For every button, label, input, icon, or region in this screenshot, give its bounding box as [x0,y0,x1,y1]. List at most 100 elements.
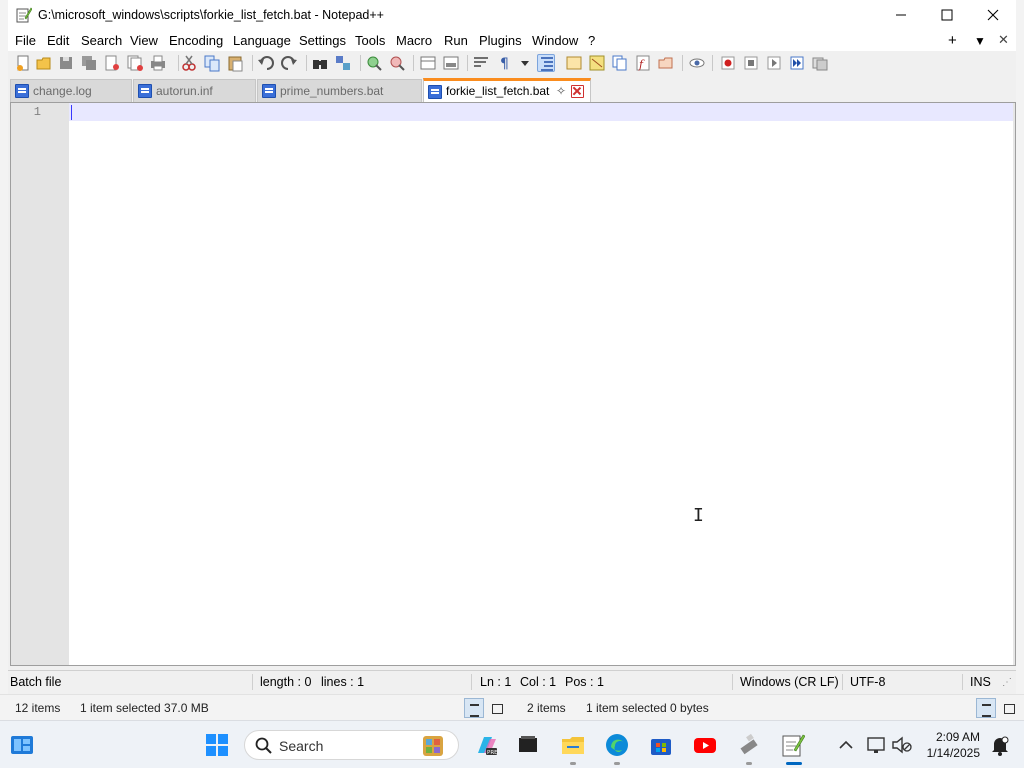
tab-label: forkie_list_fetch.bat [446,84,550,98]
close-file-icon[interactable] [103,54,121,72]
explorer-left-items: 12 items [15,701,61,715]
explorer-left-selected: 1 item selected 37.0 MB [80,701,209,715]
function-list-icon[interactable]: f [634,54,652,72]
maximize-button[interactable] [924,0,970,30]
sync-vertical-icon[interactable] [419,54,437,72]
menu-plugins[interactable]: Plugins [479,33,522,48]
status-lines: lines : 1 [321,675,365,689]
pin-icon[interactable]: ✧ [556,84,566,98]
save-icon[interactable] [57,54,75,72]
menu-tools[interactable]: Tools [355,33,385,48]
menu-search[interactable]: Search [81,33,122,48]
save-all-icon[interactable] [80,54,98,72]
status-col: Col : 1 [520,675,557,689]
save-macro-icon[interactable] [811,54,829,72]
youtube-icon[interactable] [693,733,717,757]
large-icons-view-icon[interactable] [998,698,1018,718]
minimize-button[interactable] [878,0,924,30]
cut-icon[interactable] [180,54,198,72]
status-bar: Batch file length : 0 lines : 1 Ln : 1 C… [8,670,1016,692]
user-defined-language-icon[interactable] [565,54,583,72]
chevron-up-icon[interactable] [834,733,858,757]
resize-grip-icon[interactable]: ⋰ [1002,677,1012,688]
zoom-out-icon[interactable] [388,54,406,72]
new-tab-plus-icon[interactable]: + [948,32,957,49]
indent-guide-icon[interactable] [537,54,555,72]
volume-muted-icon[interactable] [890,733,914,757]
details-view-icon[interactable] [976,698,996,718]
current-line-highlight [69,103,1015,121]
redo-icon[interactable] [280,54,298,72]
tab-prime-numbers-bat[interactable]: prime_numbers.bat [257,79,422,102]
dropdown-arrow-icon[interactable] [516,54,534,72]
paste-icon[interactable] [226,54,244,72]
close-button[interactable] [970,0,1016,30]
status-divider [471,674,472,690]
document-list-icon[interactable] [611,54,629,72]
folder-as-workspace-icon[interactable] [657,54,675,72]
menu-view[interactable]: View [130,33,158,48]
editor-right-edge [1013,103,1015,665]
widgets-icon[interactable] [10,733,34,757]
close-document-icon[interactable]: ✕ [998,32,1009,48]
title-bar[interactable]: G:\microsoft_windows\scripts\forkie_list… [8,0,1016,30]
start-windows-icon[interactable] [205,733,229,757]
print-icon[interactable] [149,54,167,72]
menu-language[interactable]: Language [233,33,291,48]
document-icon [428,85,442,99]
system-clock[interactable]: 2:09 AM 1/14/2025 [918,729,980,761]
menu-macro[interactable]: Macro [396,33,432,48]
replace-icon[interactable] [334,54,352,72]
details-view-icon[interactable] [464,698,484,718]
menu-window[interactable]: Window [532,33,578,48]
sync-horizontal-icon[interactable] [442,54,460,72]
text-editor[interactable]: 1 [10,102,1016,666]
menu-file[interactable]: File [15,33,36,48]
menu-encoding[interactable]: Encoding [169,33,223,48]
menu-run[interactable]: Run [444,33,468,48]
tab-forkie-list-fetch-bat[interactable]: forkie_list_fetch.bat ✧ [423,78,591,103]
notification-bell-icon[interactable] [988,733,1012,757]
menu-help[interactable]: ? [588,33,595,48]
play-macro-icon[interactable] [765,54,783,72]
search-icon [255,737,272,754]
large-icons-view-icon[interactable] [486,698,506,718]
zoom-in-icon[interactable] [365,54,383,72]
status-divider [842,674,843,690]
tab-autorun-inf[interactable]: autorun.inf [133,79,256,102]
menu-edit[interactable]: Edit [47,33,69,48]
network-icon[interactable] [865,733,889,757]
line-number: 1 [33,105,41,119]
edge-browser-icon[interactable] [605,733,629,757]
usb-tool-icon[interactable] [737,733,761,757]
tab-change-log[interactable]: change.log [10,79,132,102]
toolbar-separator [178,55,179,71]
new-file-icon[interactable] [14,54,32,72]
run-macro-multiple-icon[interactable] [788,54,806,72]
menu-settings[interactable]: Settings [299,33,346,48]
toolbar-separator [712,55,713,71]
tab-list-dropdown-icon[interactable]: ▼ [974,34,986,48]
svg-text:¶: ¶ [500,56,509,72]
file-explorer-icon[interactable] [561,733,585,757]
status-insert-mode: INS [970,675,991,689]
copilot-icon[interactable]: PRE [474,733,498,757]
document-icon [262,84,276,98]
task-view-icon[interactable] [516,733,540,757]
stop-macro-icon[interactable] [742,54,760,72]
text-caret [71,105,72,120]
copy-icon[interactable] [203,54,221,72]
document-map-icon[interactable] [588,54,606,72]
word-wrap-icon[interactable] [472,54,490,72]
microsoft-store-icon[interactable] [649,733,673,757]
record-macro-icon[interactable] [719,54,737,72]
close-all-icon[interactable] [126,54,144,72]
taskbar-search-box[interactable]: Search [244,730,459,760]
notepadpp-taskbar-icon[interactable] [781,733,806,757]
open-file-icon[interactable] [35,54,53,72]
show-all-characters-icon[interactable]: ¶ [495,54,513,72]
find-icon[interactable] [311,54,329,72]
close-tab-icon[interactable] [571,85,584,98]
undo-icon[interactable] [257,54,275,72]
monitoring-eye-icon[interactable] [688,54,706,72]
